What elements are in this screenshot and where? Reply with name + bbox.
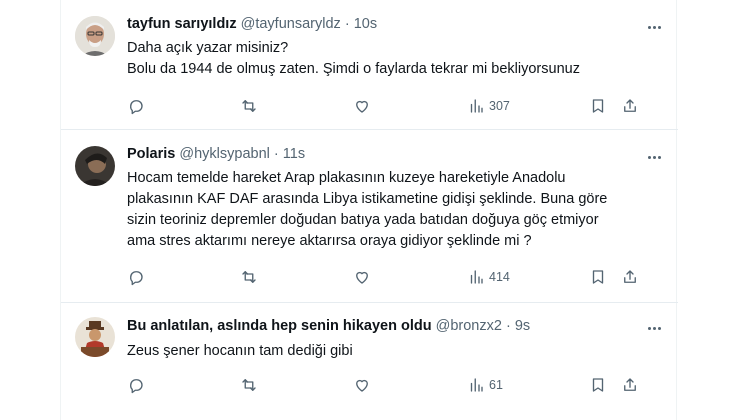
tweet-text-line: sizin teoriniz depremler doğudan batıya … — [127, 212, 599, 228]
separator: · — [273, 146, 279, 162]
reply-button[interactable] — [127, 375, 145, 395]
retweet-icon — [242, 379, 256, 391]
tweet-text-line: plakasının KAF DAF arasında Libya istika… — [127, 191, 608, 207]
tweet-header: Polaris @hyklsypabnl · 11s — [127, 146, 305, 162]
tweet-header: Bu anlatılan, aslında hep senin hikayen … — [127, 318, 530, 334]
retweet-icon — [242, 271, 256, 283]
tweet[interactable]: Bu anlatılan, aslında hep senin hikayen … — [61, 303, 678, 420]
timestamp[interactable]: 9s — [515, 318, 530, 334]
timestamp[interactable]: 10s — [354, 16, 377, 32]
bookmark-icon — [592, 270, 604, 284]
tweet-actions: 414 — [127, 267, 657, 287]
tweet-text-line: Zeus şener hocanın tam dediği gibi — [127, 343, 353, 359]
views-icon — [470, 378, 483, 392]
like-icon — [356, 100, 368, 113]
timeline: tayfun sarıyıldız @tayfunsaryldz · 10s D… — [60, 0, 678, 420]
username[interactable]: @hyklsypabnl — [179, 146, 269, 162]
views-button[interactable]: 61 — [467, 375, 503, 395]
tweet-actions: 307 — [127, 96, 657, 116]
more-icon[interactable] — [644, 19, 664, 35]
like-button[interactable] — [353, 375, 371, 395]
tweet-text-line: Hocam temelde hareket Arap plakasının ku… — [127, 170, 566, 186]
tweet-text-line: Bolu da 1944 de olmuş zaten. Şimdi o fay… — [127, 61, 580, 77]
retweet-button[interactable] — [240, 96, 258, 116]
avatar[interactable] — [75, 146, 115, 186]
views-count: 61 — [489, 378, 503, 392]
bookmark-button[interactable] — [589, 375, 607, 395]
tweet[interactable]: tayfun sarıyıldız @tayfunsaryldz · 10s D… — [61, 0, 678, 130]
bookmark-icon — [592, 378, 604, 392]
bookmark-icon — [592, 99, 604, 113]
tweet-text-line: ama stres aktarımı nereye aktarırsa oray… — [127, 233, 532, 249]
reply-button[interactable] — [127, 96, 145, 116]
username[interactable]: @bronzx2 — [436, 318, 502, 334]
like-icon — [356, 379, 368, 392]
like-button[interactable] — [353, 96, 371, 116]
reply-icon — [130, 271, 143, 286]
more-icon[interactable] — [644, 320, 664, 336]
views-icon — [470, 99, 483, 113]
views-button[interactable]: 414 — [467, 267, 510, 287]
tweet[interactable]: Polaris @hyklsypabnl · 11s Hocam temelde… — [61, 130, 678, 303]
views-count: 414 — [489, 270, 510, 284]
reply-icon — [130, 379, 143, 394]
tweet-text: Hocam temelde hareket Arap plakasının ku… — [127, 168, 652, 252]
share-icon — [624, 378, 636, 391]
share-button[interactable] — [621, 267, 639, 287]
tweet-text: Daha açık yazar misiniz? Bolu da 1944 de… — [127, 38, 652, 80]
reply-icon — [130, 100, 143, 115]
tweet-actions: 61 — [127, 375, 657, 395]
retweet-button[interactable] — [240, 375, 258, 395]
share-icon — [624, 99, 636, 112]
tweet-text-line: Daha açık yazar misiniz? — [127, 40, 289, 56]
like-icon — [356, 271, 368, 284]
avatar[interactable] — [75, 16, 115, 56]
views-icon — [470, 270, 483, 284]
display-name[interactable]: tayfun sarıyıldız — [127, 16, 237, 32]
share-button[interactable] — [621, 96, 639, 116]
reply-button[interactable] — [127, 267, 145, 287]
avatar[interactable] — [75, 317, 115, 357]
display-name[interactable]: Polaris — [127, 146, 175, 162]
username[interactable]: @tayfunsaryldz — [241, 16, 341, 32]
timestamp[interactable]: 11s — [283, 146, 305, 162]
like-button[interactable] — [353, 267, 371, 287]
tweet-header: tayfun sarıyıldız @tayfunsaryldz · 10s — [127, 16, 377, 32]
display-name[interactable]: Bu anlatılan, aslında hep senin hikayen … — [127, 318, 432, 334]
retweet-button[interactable] — [240, 267, 258, 287]
retweet-icon — [242, 100, 256, 112]
share-button[interactable] — [621, 375, 639, 395]
separator: · — [505, 318, 511, 334]
views-button[interactable]: 307 — [467, 96, 510, 116]
bookmark-button[interactable] — [589, 96, 607, 116]
tweet-text: Zeus şener hocanın tam dediği gibi — [127, 341, 652, 362]
separator: · — [344, 16, 350, 32]
bookmark-button[interactable] — [589, 267, 607, 287]
views-count: 307 — [489, 99, 510, 113]
share-icon — [624, 270, 636, 283]
more-icon[interactable] — [644, 149, 664, 165]
